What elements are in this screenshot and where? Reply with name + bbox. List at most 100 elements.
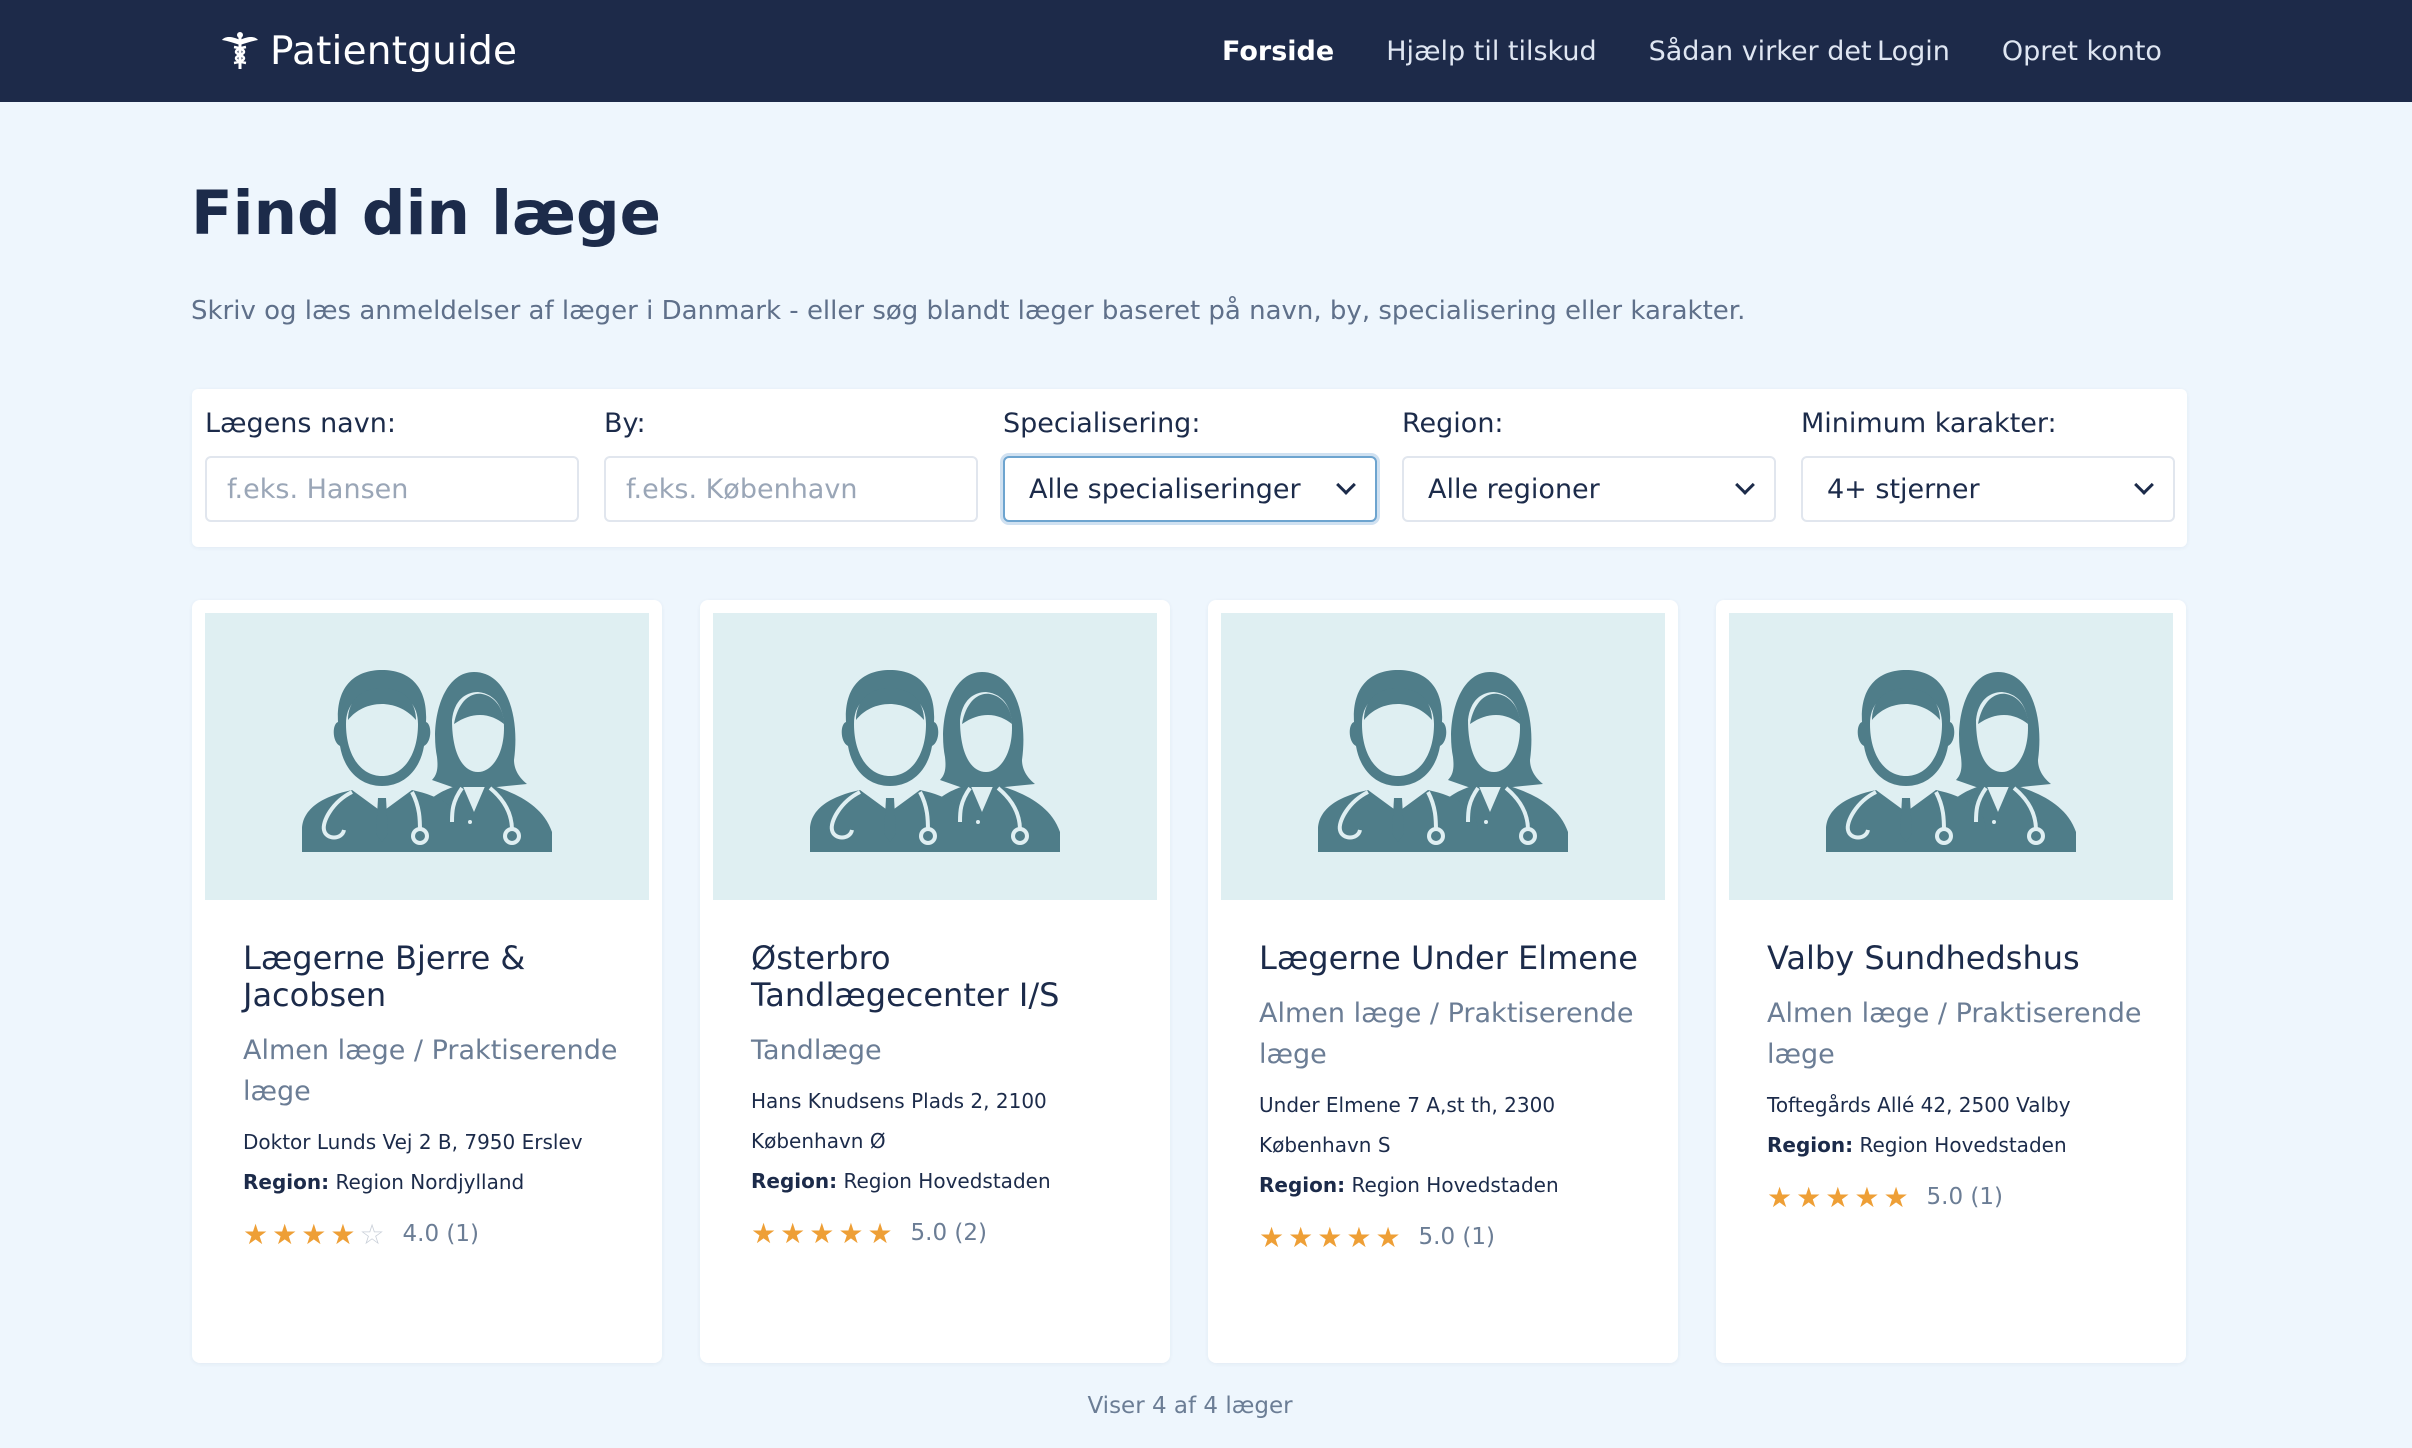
region-value: Region Hovedstaden <box>843 1169 1051 1193</box>
doctor-name-input[interactable] <box>205 456 579 522</box>
star-filled-icon: ★ <box>1767 1180 1797 1214</box>
star-empty-icon: ☆ <box>359 1217 389 1251</box>
star-filled-icon: ★ <box>867 1216 897 1250</box>
nav-link-forside[interactable]: Forside <box>1222 36 1334 67</box>
rating-text: 5.0 (2) <box>910 1220 988 1246</box>
filter-min-rating-label: Minimum karakter: <box>1801 408 2057 439</box>
doctor-card[interactable]: Lægerne Bjerre & Jacobsen Almen læge / P… <box>192 600 662 1363</box>
caduceus-icon <box>218 29 262 73</box>
star-filled-icon: ★ <box>301 1217 331 1251</box>
rating-text: 5.0 (1) <box>1926 1184 2004 1210</box>
star-filled-icon: ★ <box>809 1216 839 1250</box>
region-label: Region: <box>1259 1173 1346 1197</box>
region-label: Region: <box>243 1170 330 1194</box>
region-value: Region Hovedstaden <box>1351 1173 1559 1197</box>
doctor-address: Toftegårds Allé 42, 2500 Valby <box>1767 1093 2071 1117</box>
doctor-card[interactable]: Østerbro Tandlægecenter I/S Tandlæge Han… <box>700 600 1170 1363</box>
rating-text: 4.0 (1) <box>402 1221 480 1247</box>
doctor-region: Region: Region Nordjylland <box>243 1162 623 1202</box>
filter-specialization-label: Specialisering: <box>1003 408 1201 439</box>
main-nav: Forside Hjælp til tilskud Sådan virker d… <box>1222 0 1924 102</box>
filter-min-rating: Minimum karakter: 4+ stjerner <box>1801 404 2175 522</box>
specialization-select[interactable]: Alle specialiseringer <box>1003 456 1377 522</box>
card-body: Lægerne Bjerre & Jacobsen Almen læge / P… <box>243 940 623 1254</box>
filter-name: Lægens navn: <box>205 404 579 522</box>
star-filled-icon: ★ <box>751 1216 781 1250</box>
rating-stars: ★★★★★ <box>1259 1221 1405 1254</box>
star-filled-icon: ★ <box>1883 1180 1913 1214</box>
doctor-address: Hans Knudsens Plads 2, 2100 København Ø <box>751 1089 1047 1153</box>
min-rating-select[interactable]: 4+ stjerner <box>1801 456 2175 522</box>
star-filled-icon: ★ <box>243 1217 273 1251</box>
doctor-specialty: Tandlæge <box>751 1035 882 1066</box>
chevron-down-icon <box>1336 475 1356 495</box>
rating-text: 5.0 (1) <box>1418 1224 1496 1250</box>
filter-city: By: <box>604 404 978 522</box>
doctor-address: Under Elmene 7 A,st th, 2300 København S <box>1259 1093 1556 1157</box>
rating: ★★★★☆ 4.0 (1) <box>243 1214 623 1254</box>
star-filled-icon: ★ <box>1317 1220 1347 1254</box>
page-title: Find din læge <box>191 178 662 249</box>
star-filled-icon: ★ <box>1375 1220 1405 1254</box>
star-filled-icon: ★ <box>330 1217 360 1251</box>
doctor-name[interactable]: Lægerne Bjerre & Jacobsen <box>243 940 623 1014</box>
doctor-specialty: Almen læge / Praktiserende læge <box>1767 998 2142 1070</box>
search-filters-panel: Lægens navn: By: Specialisering: Alle sp… <box>192 389 2187 547</box>
doctor-card[interactable]: Valby Sundhedshus Almen læge / Praktiser… <box>1716 600 2186 1363</box>
doctor-name[interactable]: Lægerne Under Elmene <box>1259 940 1639 977</box>
filter-region: Region: Alle regioner <box>1402 404 1776 522</box>
login-link[interactable]: Login <box>1877 36 1950 67</box>
filter-specialization: Specialisering: Alle specialiseringer <box>1003 404 1377 522</box>
city-input[interactable] <box>604 456 978 522</box>
filter-city-label: By: <box>604 408 646 439</box>
signup-link[interactable]: Opret konto <box>2002 36 2162 67</box>
region-select[interactable]: Alle regioner <box>1402 456 1776 522</box>
brand-logo-link[interactable]: Patientguide <box>218 29 517 74</box>
region-label: Region: <box>751 1169 838 1193</box>
doctor-name[interactable]: Østerbro Tandlægecenter I/S <box>751 940 1131 1014</box>
rating: ★★★★★ 5.0 (1) <box>1767 1177 2147 1217</box>
results-count: Viser 4 af 4 læger <box>1087 1393 1293 1419</box>
nav-link-tilskud[interactable]: Hjælp til tilskud <box>1386 36 1596 67</box>
rating: ★★★★★ 5.0 (1) <box>1259 1217 1639 1257</box>
min-rating-select-value: 4+ stjerner <box>1827 473 1980 505</box>
star-filled-icon: ★ <box>1288 1220 1318 1254</box>
star-filled-icon: ★ <box>1854 1180 1884 1214</box>
nav-link-saadan-virker-det[interactable]: Sådan virker det <box>1649 36 1872 67</box>
rating-stars: ★★★★☆ <box>243 1218 389 1251</box>
doctors-illustration-icon <box>1221 613 1665 900</box>
filter-region-label: Region: <box>1402 408 1504 439</box>
rating-stars: ★★★★★ <box>1767 1181 1913 1214</box>
star-filled-icon: ★ <box>1796 1180 1826 1214</box>
region-value: Region Nordjylland <box>335 1170 525 1194</box>
account-nav: Login Opret konto <box>1877 0 2214 102</box>
doctor-specialty: Almen læge / Praktiserende læge <box>243 1035 618 1107</box>
star-filled-icon: ★ <box>1259 1220 1289 1254</box>
doctors-illustration-icon <box>713 613 1157 900</box>
card-body: Valby Sundhedshus Almen læge / Praktiser… <box>1767 940 2147 1217</box>
doctor-region: Region: Region Hovedstaden <box>751 1161 1131 1201</box>
rating: ★★★★★ 5.0 (2) <box>751 1213 1131 1253</box>
star-filled-icon: ★ <box>1825 1180 1855 1214</box>
page-subtitle: Skriv og læs anmeldelser af læger i Danm… <box>191 296 1746 326</box>
doctor-name[interactable]: Valby Sundhedshus <box>1767 940 2147 977</box>
star-filled-icon: ★ <box>838 1216 868 1250</box>
filter-name-label: Lægens navn: <box>205 408 396 439</box>
star-filled-icon: ★ <box>780 1216 810 1250</box>
top-navbar: Patientguide Forside Hjælp til tilskud S… <box>0 0 2412 102</box>
region-select-value: Alle regioner <box>1428 473 1600 505</box>
star-filled-icon: ★ <box>272 1217 302 1251</box>
doctor-region: Region: Region Hovedstaden <box>1259 1165 1639 1205</box>
doctor-card[interactable]: Lægerne Under Elmene Almen læge / Prakti… <box>1208 600 1678 1363</box>
card-body: Lægerne Under Elmene Almen læge / Prakti… <box>1259 940 1639 1257</box>
rating-stars: ★★★★★ <box>751 1217 897 1250</box>
brand-name: Patientguide <box>270 28 518 74</box>
card-body: Østerbro Tandlægecenter I/S Tandlæge Han… <box>751 940 1131 1253</box>
chevron-down-icon <box>2134 475 2154 495</box>
doctors-illustration-icon <box>205 613 649 900</box>
region-label: Region: <box>1767 1133 1854 1157</box>
chevron-down-icon <box>1735 475 1755 495</box>
doctor-region: Region: Region Hovedstaden <box>1767 1125 2147 1165</box>
doctor-specialty: Almen læge / Praktiserende læge <box>1259 998 1634 1070</box>
specialization-select-value: Alle specialiseringer <box>1029 473 1301 505</box>
